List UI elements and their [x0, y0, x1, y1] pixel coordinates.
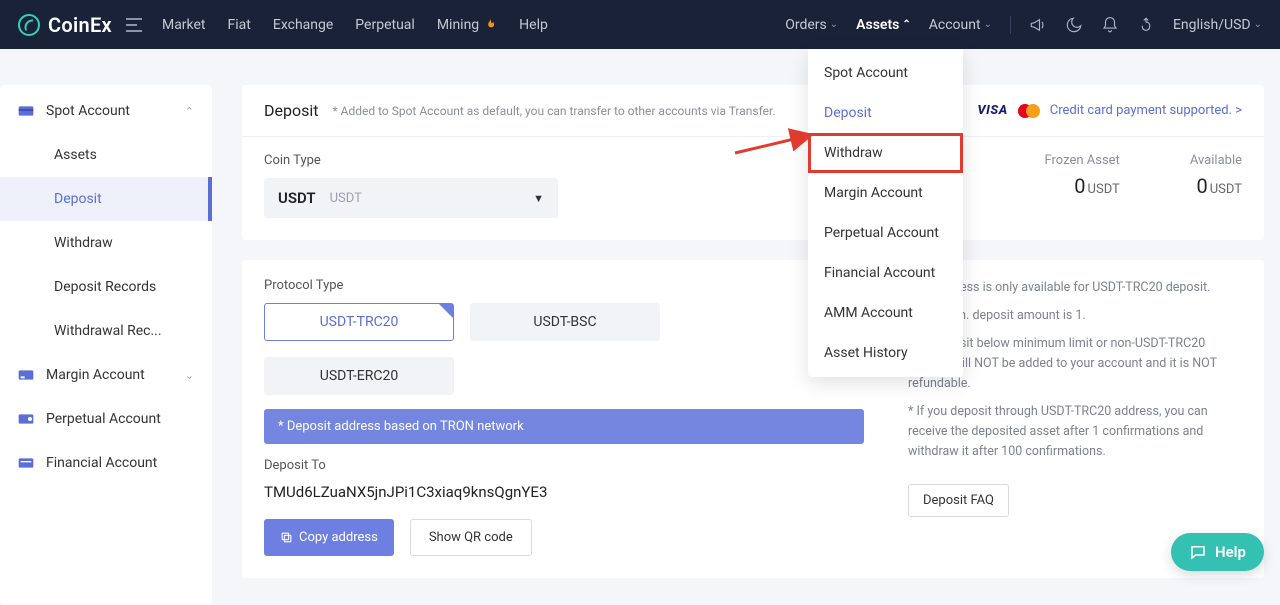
card-icon: [18, 457, 34, 469]
protocol-chip-erc20[interactable]: USDT-ERC20: [264, 357, 454, 395]
sidebar-financial-account[interactable]: Financial Account: [0, 441, 212, 485]
chevron-down-icon: ▼: [533, 192, 544, 205]
copy-address-button[interactable]: Copy address: [264, 519, 394, 556]
dd-spot-account[interactable]: Spot Account: [808, 53, 963, 93]
nav-account[interactable]: Account⌄: [929, 17, 992, 33]
coin-selector[interactable]: USDT USDT ▼: [264, 178, 558, 218]
page-title: Deposit: [264, 101, 318, 120]
sidebar-sub-deposit-records[interactable]: Deposit Records: [0, 265, 212, 309]
payment-brands: VISA Credit card payment supported. >: [977, 103, 1242, 118]
visa-logo: VISA: [977, 103, 1007, 118]
dd-margin-account[interactable]: Margin Account: [808, 173, 963, 213]
dd-financial-account[interactable]: Financial Account: [808, 253, 963, 293]
protocol-chip-trc20[interactable]: USDT-TRC20: [264, 303, 454, 341]
protocol-card: Protocol Type USDT-TRC20 USDT-BSC USDT-E…: [242, 260, 1264, 578]
sidebar-perpetual-account[interactable]: Perpetual Account: [0, 397, 212, 441]
protocol-chip-bsc[interactable]: USDT-BSC: [470, 303, 660, 341]
chevron-down-icon: ⌄: [984, 19, 992, 30]
coin-fullname: USDT: [330, 191, 362, 206]
deposit-to-label: Deposit To: [264, 458, 864, 473]
chevron-down-icon: ⌄: [1254, 19, 1262, 30]
dd-withdraw[interactable]: Withdraw: [808, 133, 963, 173]
nav-mining[interactable]: Mining: [437, 17, 497, 33]
sidebar-margin-account[interactable]: Margin Account ⌄: [0, 353, 212, 397]
fire-icon: [483, 18, 497, 32]
assets-dropdown: Spot Account Deposit Withdraw Margin Acc…: [808, 49, 963, 377]
network-note: * Deposit address based on TRON network: [264, 409, 864, 444]
nav-help[interactable]: Help: [519, 17, 548, 33]
moon-icon[interactable]: [1065, 16, 1083, 34]
card-icon: [18, 105, 34, 117]
sidebar-sub-deposit[interactable]: Deposit: [0, 177, 212, 221]
locale-selector[interactable]: English/USD⌄: [1173, 17, 1262, 33]
coin-code: USDT: [278, 189, 316, 207]
bell-icon[interactable]: [1101, 16, 1119, 34]
brand-name: CoinEx: [48, 13, 112, 37]
balance-summary: Frozen Asset 0USDT Available 0USDT: [1045, 153, 1243, 198]
main-content: Deposit * Added to Spot Account as defau…: [242, 85, 1264, 605]
logo-icon: [18, 14, 40, 36]
top-header: CoinEx Market Fiat Exchange Perpetual Mi…: [0, 0, 1280, 49]
dd-amm-account[interactable]: AMM Account: [808, 293, 963, 333]
nav-perpetual[interactable]: Perpetual: [355, 17, 415, 33]
dd-asset-history[interactable]: Asset History: [808, 333, 963, 373]
announce-icon[interactable]: [1029, 16, 1047, 34]
deposit-header: Deposit * Added to Spot Account as defau…: [242, 85, 1264, 137]
nav-right: Orders⌄ Assets⌃ Account⌄ English/USD⌄: [785, 16, 1262, 34]
sidebar: Spot Account ⌃ Assets Deposit Withdraw D…: [0, 85, 212, 605]
nav-market[interactable]: Market: [162, 17, 206, 33]
menu-icon[interactable]: [126, 18, 142, 32]
protocol-row: USDT-TRC20 USDT-BSC USDT-ERC20: [264, 303, 864, 395]
deposit-card: Deposit * Added to Spot Account as defau…: [242, 85, 1264, 240]
balance-available: Available 0USDT: [1190, 153, 1242, 198]
nav-fiat[interactable]: Fiat: [228, 17, 251, 33]
credit-card-link[interactable]: Credit card payment supported. >: [1050, 103, 1242, 118]
brand-logo[interactable]: CoinEx: [18, 13, 112, 37]
card-icon: [18, 413, 34, 425]
chat-icon: [1189, 543, 1207, 561]
deposit-faq-button[interactable]: Deposit FAQ: [908, 484, 1009, 517]
copy-icon: [280, 531, 293, 544]
balance-frozen: Frozen Asset 0USDT: [1045, 153, 1120, 198]
sidebar-spot-account[interactable]: Spot Account ⌃: [0, 89, 212, 133]
main-nav: Market Fiat Exchange Perpetual Mining He…: [162, 17, 548, 33]
sidebar-sub-withdrawal-records[interactable]: Withdrawal Rec...: [0, 309, 212, 353]
download-icon[interactable]: [1137, 16, 1155, 34]
chevron-up-icon: ⌃: [902, 19, 910, 30]
nav-mining-label: Mining: [437, 17, 479, 33]
info-line: * If you deposit through USDT-TRC20 addr…: [908, 402, 1242, 462]
chevron-down-icon: ⌄: [185, 369, 194, 382]
coin-section: Coin Type USDT USDT ▼ Frozen Asset 0USDT…: [242, 137, 1264, 240]
divider: [1010, 16, 1011, 34]
help-widget[interactable]: Help: [1171, 533, 1264, 571]
dd-perpetual-account[interactable]: Perpetual Account: [808, 213, 963, 253]
chevron-down-icon: ⌄: [830, 19, 838, 30]
nav-assets[interactable]: Assets⌃: [856, 17, 911, 33]
header-note: * Added to Spot Account as default, you …: [332, 104, 775, 118]
deposit-address: TMUd6LZuaNX5jnJPi1C3xiaq9knsQgnYE3: [264, 483, 864, 501]
dd-deposit[interactable]: Deposit: [808, 93, 963, 133]
sidebar-sub-withdraw[interactable]: Withdraw: [0, 221, 212, 265]
card-icon: [18, 369, 34, 381]
chevron-up-icon: ⌃: [185, 105, 194, 118]
nav-orders[interactable]: Orders⌄: [785, 17, 838, 33]
nav-exchange[interactable]: Exchange: [273, 17, 333, 33]
show-qr-button[interactable]: Show QR code: [410, 519, 532, 556]
sidebar-sub-assets[interactable]: Assets: [0, 133, 212, 177]
mastercard-logo: [1018, 104, 1040, 118]
protocol-label: Protocol Type: [264, 278, 864, 293]
